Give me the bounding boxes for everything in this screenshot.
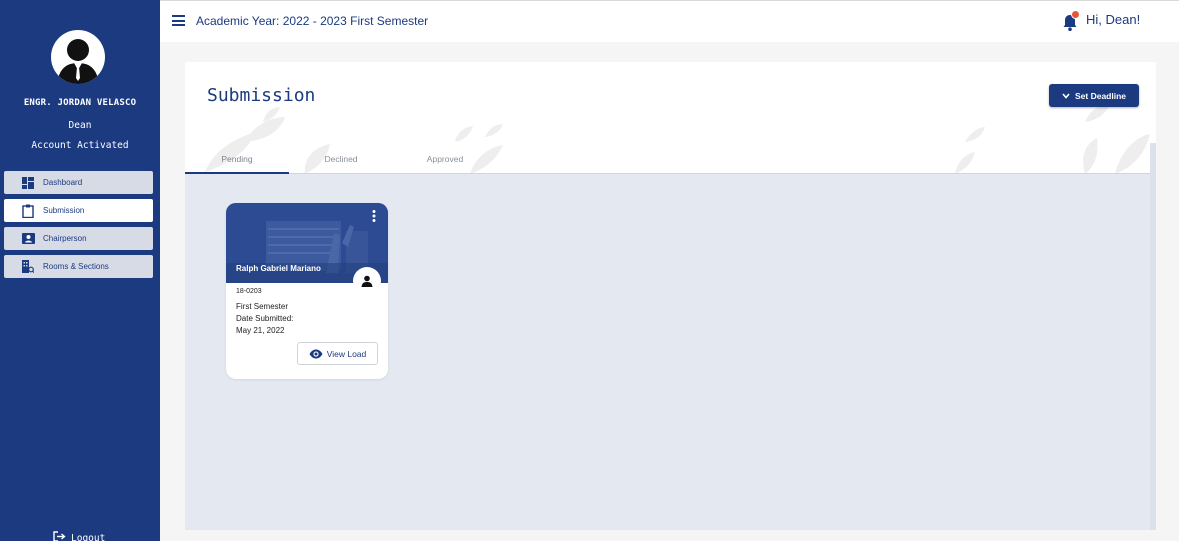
greeting: Hi, Dean! xyxy=(1086,12,1141,27)
more-options-icon[interactable] xyxy=(370,209,378,223)
eye-icon xyxy=(309,349,323,359)
sidebar-nav: Dashboard Submission Chairperson Rooms &… xyxy=(4,171,153,283)
dashboard-icon xyxy=(21,176,35,190)
view-load-button[interactable]: View Load xyxy=(297,342,378,365)
page-title: Submission xyxy=(207,85,316,106)
logout-icon xyxy=(53,529,66,541)
tab-declined[interactable]: Declined xyxy=(289,148,393,174)
submitter-id: 18-0203 xyxy=(236,288,262,295)
submission-card: Ralph Gabriel Mariano 18-0203 First Seme… xyxy=(226,203,388,379)
building-icon xyxy=(21,260,35,274)
clipboard-icon xyxy=(21,204,35,218)
tab-pending[interactable]: Pending xyxy=(185,148,289,174)
content-scrollbar[interactable] xyxy=(1150,143,1156,530)
submission-semester: First Semester xyxy=(236,302,289,311)
sidebar-item-rooms-sections[interactable]: Rooms & Sections xyxy=(4,255,153,278)
chevron-down-icon xyxy=(1062,92,1070,99)
logout-button[interactable]: Logout xyxy=(53,529,105,541)
sidebar-item-label: Rooms & Sections xyxy=(43,262,109,271)
sidebar-item-label: Chairperson xyxy=(43,234,87,243)
status-tabs: Pending Declined Approved xyxy=(185,148,1156,174)
main-content: Submission Set Deadline Pending Declined… xyxy=(185,62,1156,530)
view-load-label: View Load xyxy=(326,348,367,359)
set-deadline-label: Set Deadline xyxy=(1074,90,1127,101)
sidebar-item-label: Dashboard xyxy=(43,178,83,187)
logout-label: Logout xyxy=(71,532,106,541)
top-bar: Academic Year: 2022 - 2023 First Semeste… xyxy=(160,0,1179,42)
notification-badge xyxy=(1071,10,1080,19)
account-status: Account Activated xyxy=(31,140,129,151)
sidebar-item-chairperson[interactable]: Chairperson xyxy=(4,227,153,250)
sidebar-item-label: Submission xyxy=(43,206,85,215)
sidebar-item-dashboard[interactable]: Dashboard xyxy=(4,171,153,194)
date-submitted-label: Date Submitted: xyxy=(236,314,294,323)
set-deadline-button[interactable]: Set Deadline xyxy=(1049,84,1139,107)
user-name: ENGR. JORDAN VELASCO xyxy=(23,98,137,108)
academic-year: Academic Year: 2022 - 2023 First Semeste… xyxy=(196,14,429,28)
tab-approved[interactable]: Approved xyxy=(393,148,497,174)
sidebar: ENGR. JORDAN VELASCO Dean Account Activa… xyxy=(0,0,160,541)
user-role: Dean xyxy=(68,120,92,131)
contact-card-icon xyxy=(21,232,35,246)
user-avatar xyxy=(51,30,105,84)
person-icon xyxy=(353,267,381,295)
submitter-name: Ralph Gabriel Mariano xyxy=(236,264,321,273)
menu-icon[interactable] xyxy=(172,15,185,26)
page-header: Submission Set Deadline Pending Declined… xyxy=(185,62,1156,174)
date-submitted-value: May 21, 2022 xyxy=(236,326,285,335)
sidebar-item-submission[interactable]: Submission xyxy=(4,199,153,222)
